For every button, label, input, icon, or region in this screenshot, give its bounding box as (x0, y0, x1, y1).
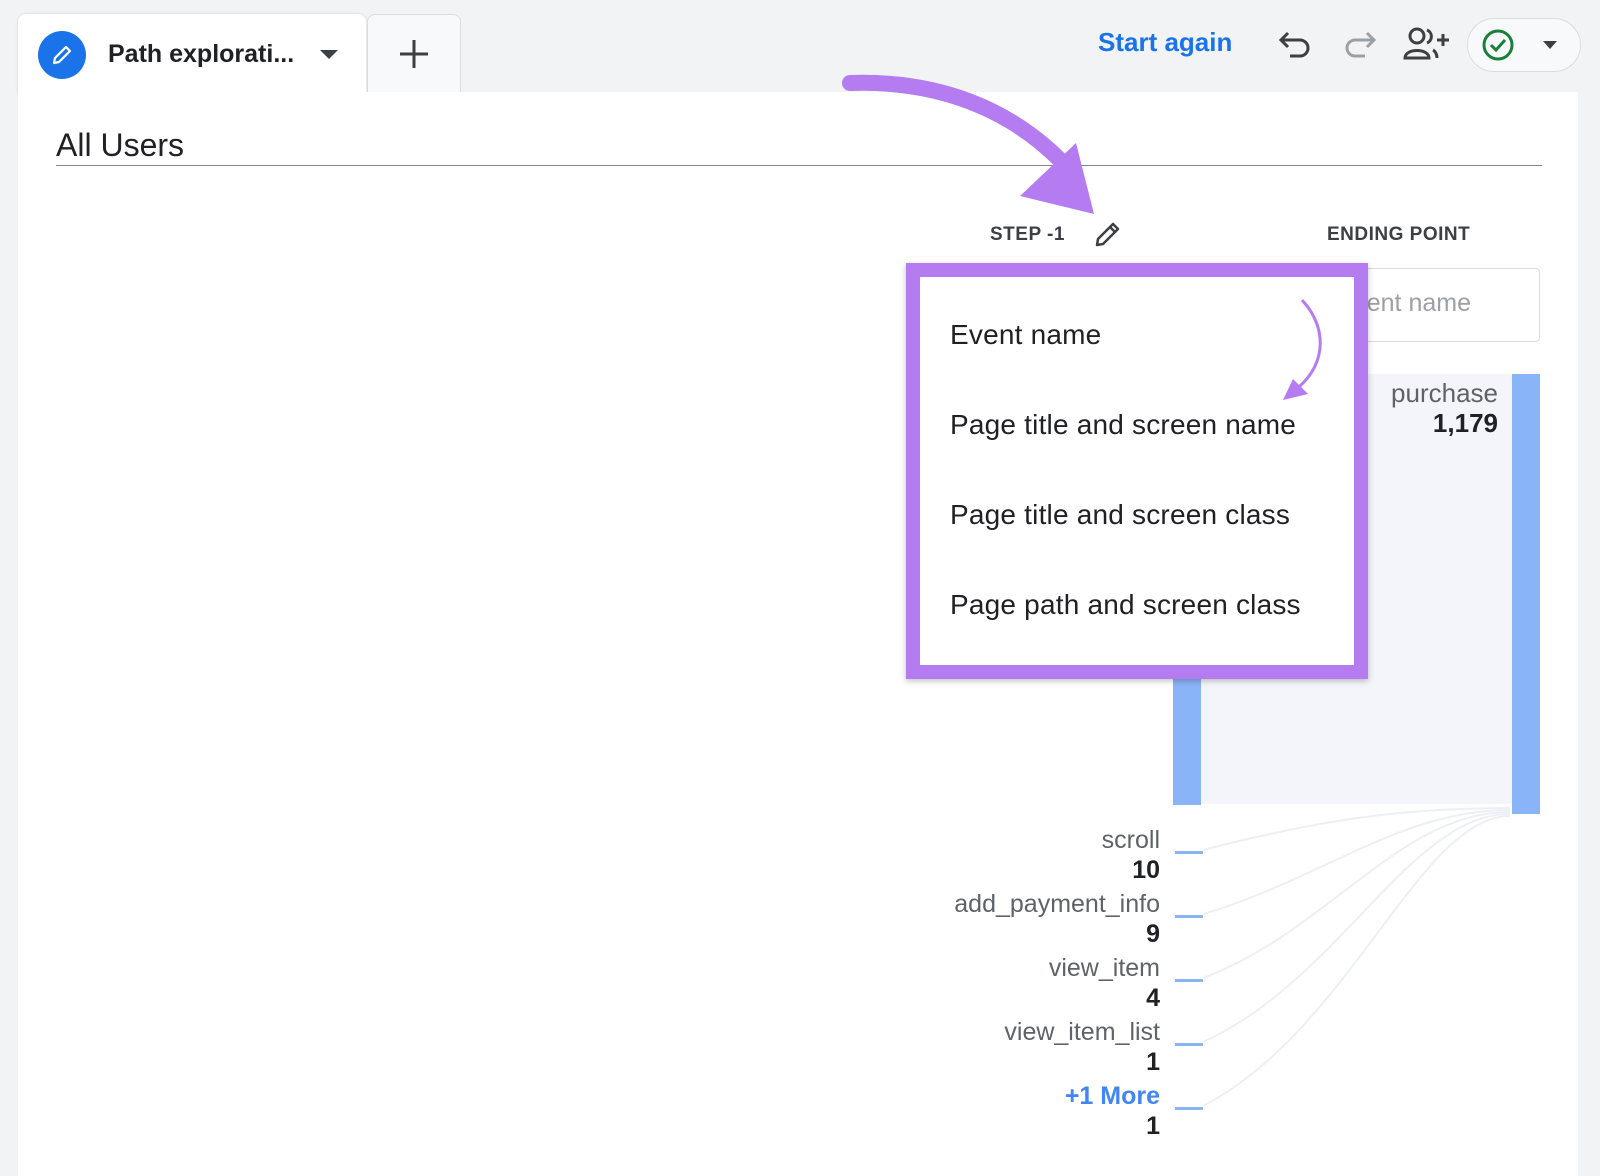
ending-node-bar[interactable] (1512, 374, 1540, 814)
step-node-bar[interactable] (1175, 851, 1203, 854)
segment-title: All Users (56, 127, 185, 163)
step-node-count: 1 (1146, 1112, 1160, 1140)
step-node-bar[interactable] (1175, 1043, 1203, 1046)
menu-item-event-name[interactable]: Event name (950, 319, 1101, 351)
caret-down-icon (1543, 41, 1557, 49)
menu-item-page-title-screen-name[interactable]: Page title and screen name (950, 409, 1296, 441)
ending-point-label: ENDING POINT (1327, 224, 1471, 245)
step-node-bar[interactable] (1175, 1107, 1203, 1110)
share-users-icon[interactable] (1402, 24, 1452, 64)
start-again-button[interactable]: Start again (1098, 27, 1232, 58)
step-node-name[interactable]: view_item (1049, 954, 1160, 983)
pencil-icon[interactable] (38, 31, 86, 79)
exploration-tab[interactable]: Path explorati... (18, 14, 366, 94)
status-menu[interactable] (1467, 18, 1581, 72)
ending-node-name[interactable]: purchase (1391, 378, 1498, 409)
menu-item-page-title-screen-class[interactable]: Page title and screen class (950, 499, 1290, 531)
add-tab-button[interactable] (367, 14, 461, 93)
tab-label[interactable]: Path explorati... (108, 40, 294, 69)
plus-icon (400, 40, 428, 68)
more-nodes-link[interactable]: +1 More (1065, 1082, 1160, 1111)
step-node-count: 10 (1132, 856, 1160, 884)
caret-down-icon[interactable] (318, 48, 340, 67)
segment-divider (56, 165, 1542, 166)
check-circle-icon (1482, 29, 1514, 61)
step-node-name[interactable]: add_payment_info (954, 890, 1160, 919)
edit-step-icon[interactable] (1093, 219, 1123, 254)
step-node-bar[interactable] (1175, 979, 1203, 982)
step-column-label: STEP -1 (990, 224, 1065, 245)
step-node-count: 4 (1146, 984, 1160, 1012)
step-node-bar[interactable] (1175, 915, 1203, 918)
step-node-count: 1 (1146, 1048, 1160, 1076)
undo-icon[interactable] (1275, 24, 1315, 64)
redo-icon[interactable] (1340, 24, 1380, 64)
menu-item-page-path-screen-class[interactable]: Page path and screen class (950, 589, 1301, 621)
step-node-name[interactable]: view_item_list (1004, 1018, 1160, 1047)
ending-node-count: 1,179 (1432, 408, 1498, 438)
step-node-count: 9 (1146, 920, 1160, 948)
dimension-dropdown-menu: Event name Page title and screen name Pa… (906, 263, 1368, 679)
step-node-name[interactable]: scroll (1102, 826, 1160, 855)
